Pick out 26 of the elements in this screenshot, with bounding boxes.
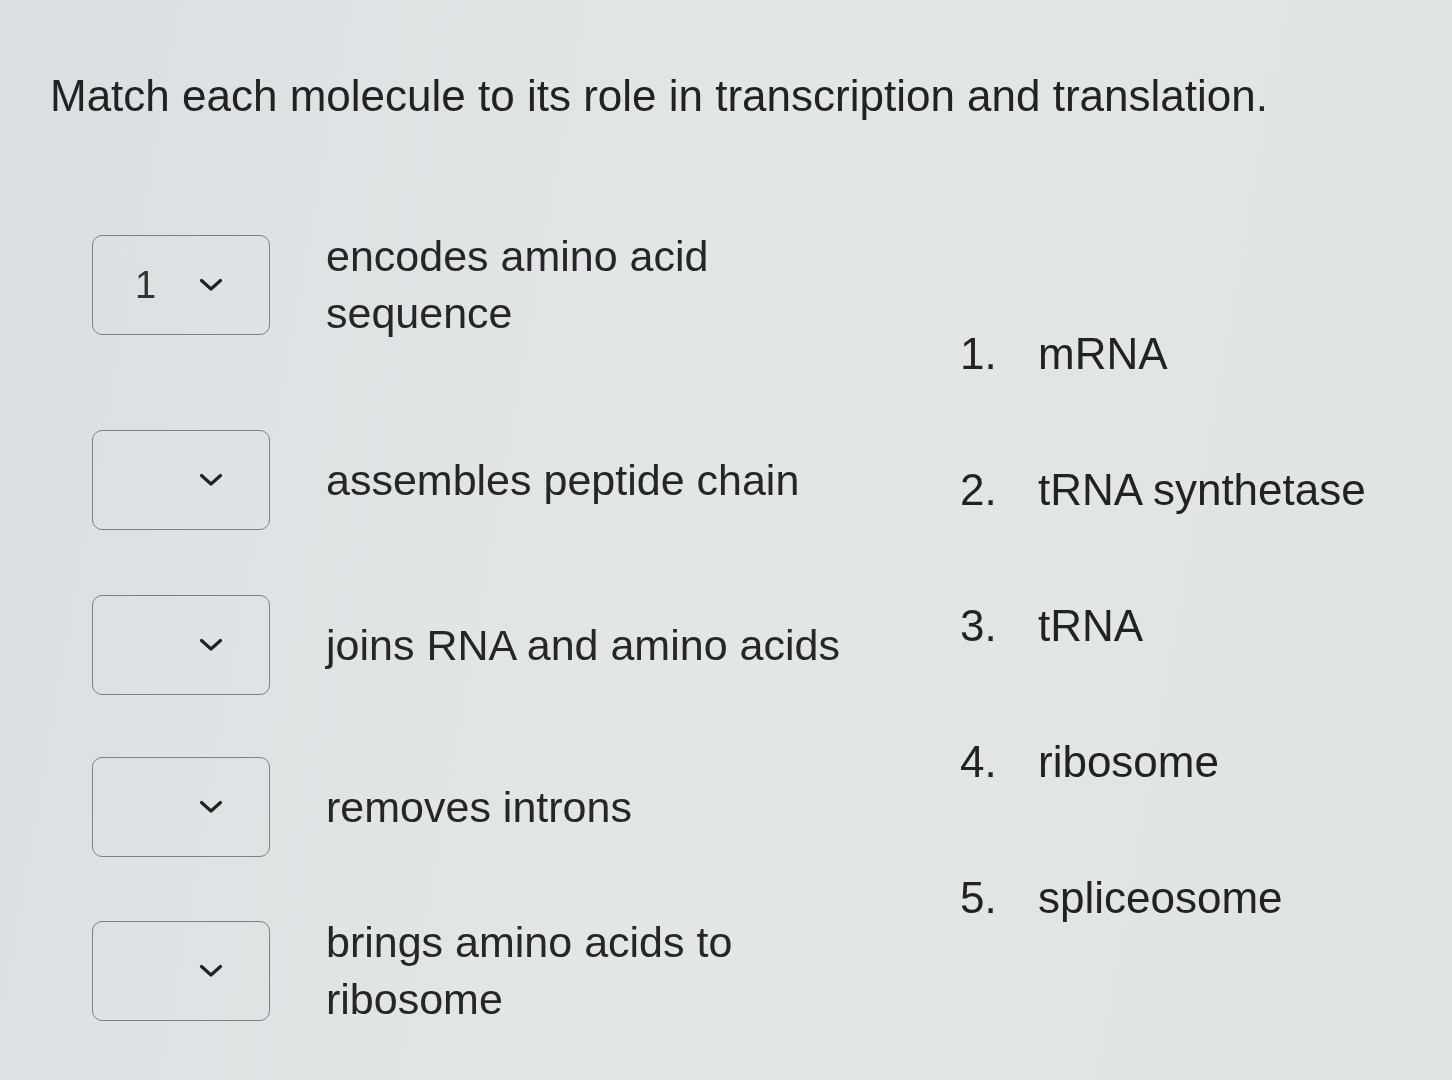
chevron-down-icon <box>199 278 223 292</box>
option-number: 5. <box>960 872 998 924</box>
match-prompt: encodes amino acid sequence <box>326 231 710 339</box>
chevron-down-icon <box>199 638 223 652</box>
option-number: 2. <box>960 464 998 516</box>
chevron-down-icon <box>199 800 223 814</box>
option-label: tRNA <box>1038 600 1144 652</box>
match-prompt: removes introns <box>326 781 633 833</box>
match-prompt: assembles peptide chain <box>326 454 801 506</box>
option-label: ribosome <box>1038 736 1219 788</box>
option-number: 4. <box>960 736 998 788</box>
option-number: 3. <box>960 600 998 652</box>
match-prompt: joins RNA and amino acids <box>326 619 841 671</box>
option-number: 1. <box>960 328 998 380</box>
match-prompt: brings amino acids to ribosome <box>326 917 734 1025</box>
answer-dropdown[interactable] <box>92 430 270 530</box>
answer-dropdown[interactable]: 1 <box>92 235 270 335</box>
question-title: Match each molecule to its role in transcription and translation. <box>50 70 1269 122</box>
chevron-down-icon <box>199 473 223 487</box>
chevron-down-icon <box>199 964 223 978</box>
option-label: spliceosome <box>1038 872 1283 924</box>
answer-dropdown[interactable] <box>92 757 270 857</box>
answer-dropdown[interactable] <box>92 595 270 695</box>
answer-dropdown[interactable] <box>92 921 270 1021</box>
option-label: mRNA <box>1038 328 1168 380</box>
option-label: tRNA synthetase <box>1038 464 1366 516</box>
